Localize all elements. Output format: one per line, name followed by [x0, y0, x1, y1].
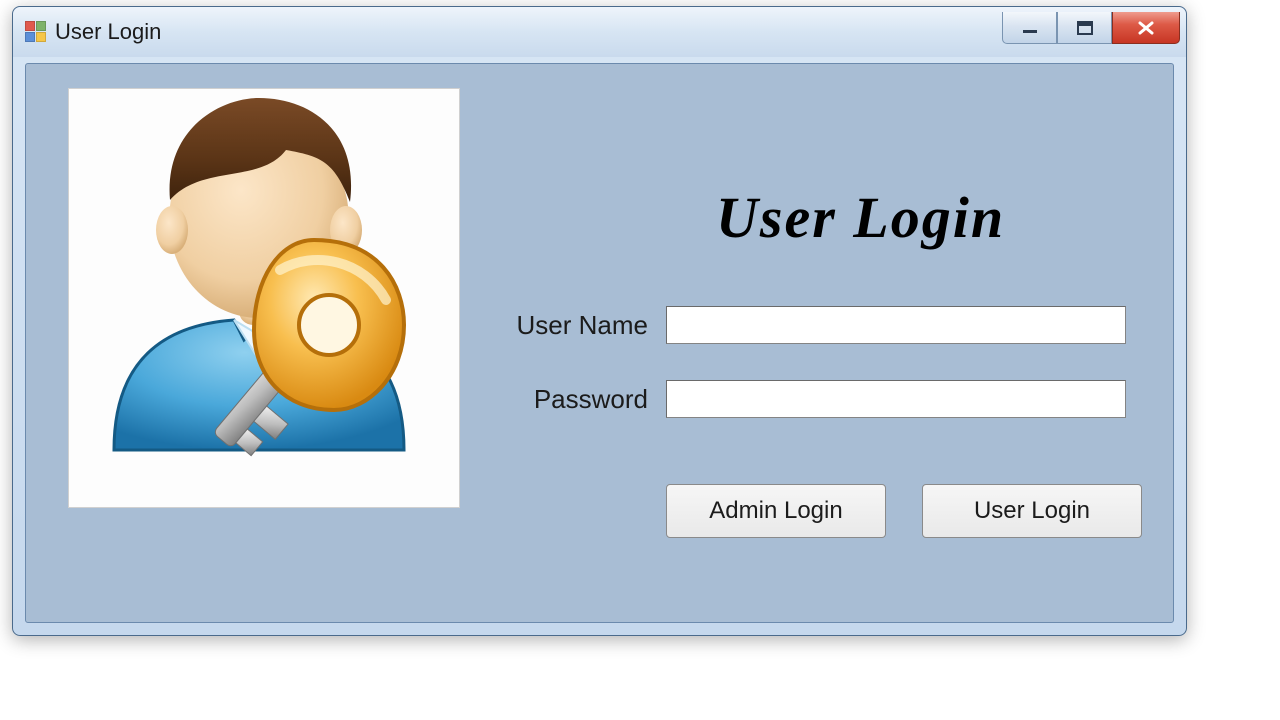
- close-icon: [1136, 20, 1156, 36]
- password-input[interactable]: [666, 380, 1126, 418]
- password-label: Password: [496, 384, 666, 415]
- maximize-icon: [1076, 20, 1094, 36]
- username-input[interactable]: [666, 306, 1126, 344]
- window-title: User Login: [55, 19, 1002, 45]
- maximize-button[interactable]: [1057, 12, 1112, 44]
- form-heading: User Login: [716, 184, 1005, 251]
- user-key-icon: [84, 90, 444, 490]
- username-row: User Name: [496, 306, 1126, 344]
- login-window: User Login: [12, 6, 1187, 636]
- close-button[interactable]: [1112, 12, 1180, 44]
- minimize-icon: [1021, 21, 1039, 35]
- client-area: User Login User Name Password Admin Logi…: [25, 63, 1174, 623]
- admin-login-button[interactable]: Admin Login: [666, 484, 886, 538]
- password-row: Password: [496, 380, 1126, 418]
- user-login-button[interactable]: User Login: [922, 484, 1142, 538]
- window-controls: [1002, 12, 1180, 44]
- minimize-button[interactable]: [1002, 12, 1057, 44]
- user-image-panel: [68, 88, 460, 508]
- app-icon: [25, 21, 47, 43]
- username-label: User Name: [496, 310, 666, 341]
- titlebar[interactable]: User Login: [13, 7, 1186, 57]
- button-row: Admin Login User Login: [666, 484, 1142, 538]
